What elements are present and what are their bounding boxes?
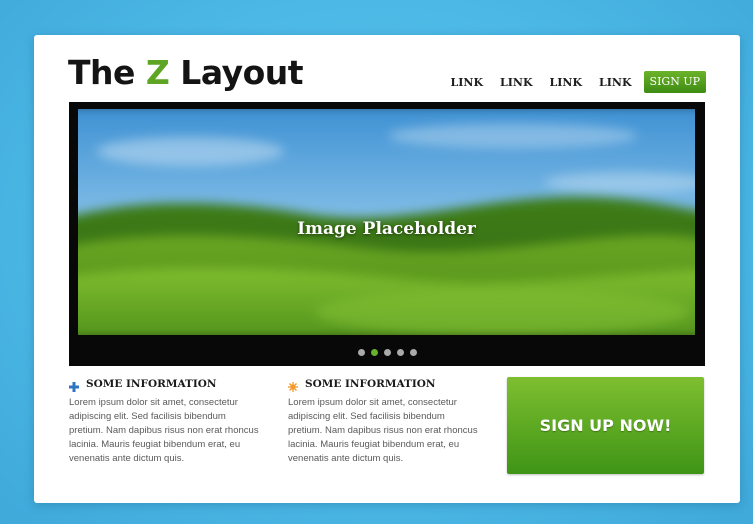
- site-logo[interactable]: The Z Layout: [68, 51, 304, 95]
- nav-link-4[interactable]: LINK: [599, 76, 632, 89]
- info-body: Lorem ipsum dolor sit amet, consectetur …: [288, 397, 478, 464]
- nav-link-1[interactable]: LINK: [451, 76, 484, 89]
- slider-dot-2[interactable]: [370, 349, 378, 356]
- nav-link-2[interactable]: LINK: [500, 76, 533, 89]
- signup-now-button[interactable]: SIGN UP NOW!: [507, 377, 704, 474]
- image-slider: Image Placeholder: [69, 102, 705, 366]
- info-block-1: SOME INFORMATION Lorem ipsum dolor sit a…: [69, 378, 259, 466]
- logo-text-the: The: [68, 53, 146, 92]
- nav-link-3[interactable]: LINK: [550, 76, 583, 89]
- info-block-2: SOME INFORMATION Lorem ipsum dolor sit a…: [288, 378, 478, 466]
- hero-image: Image Placeholder: [78, 109, 695, 335]
- info-block-header: SOME INFORMATION: [69, 378, 259, 392]
- logo-text-layout: Layout: [169, 53, 304, 92]
- slider-dots: [69, 349, 705, 356]
- top-nav: LINK LINK LINK LINK SIGN UP: [434, 71, 706, 93]
- signup-now-label: SIGN UP NOW!: [539, 416, 672, 435]
- info-title: SOME INFORMATION: [305, 378, 436, 390]
- logo-letter-z: Z: [145, 53, 170, 92]
- info-block-header: SOME INFORMATION: [288, 378, 478, 392]
- slider-dot-5[interactable]: [409, 349, 417, 356]
- hero-caption: Image Placeholder: [297, 219, 476, 239]
- slider-dot-3[interactable]: [383, 349, 391, 356]
- slider-dot-1[interactable]: [357, 349, 365, 356]
- sun-icon: [288, 379, 298, 392]
- page-card: The Z Layout LINK LINK LINK LINK SIGN UP: [34, 35, 740, 503]
- info-title: SOME INFORMATION: [86, 378, 217, 390]
- nav-signup-button[interactable]: SIGN UP: [643, 71, 706, 93]
- slider-dot-4[interactable]: [396, 349, 404, 356]
- info-body: Lorem ipsum dolor sit amet, consectetur …: [69, 397, 259, 464]
- plus-icon: [69, 379, 79, 392]
